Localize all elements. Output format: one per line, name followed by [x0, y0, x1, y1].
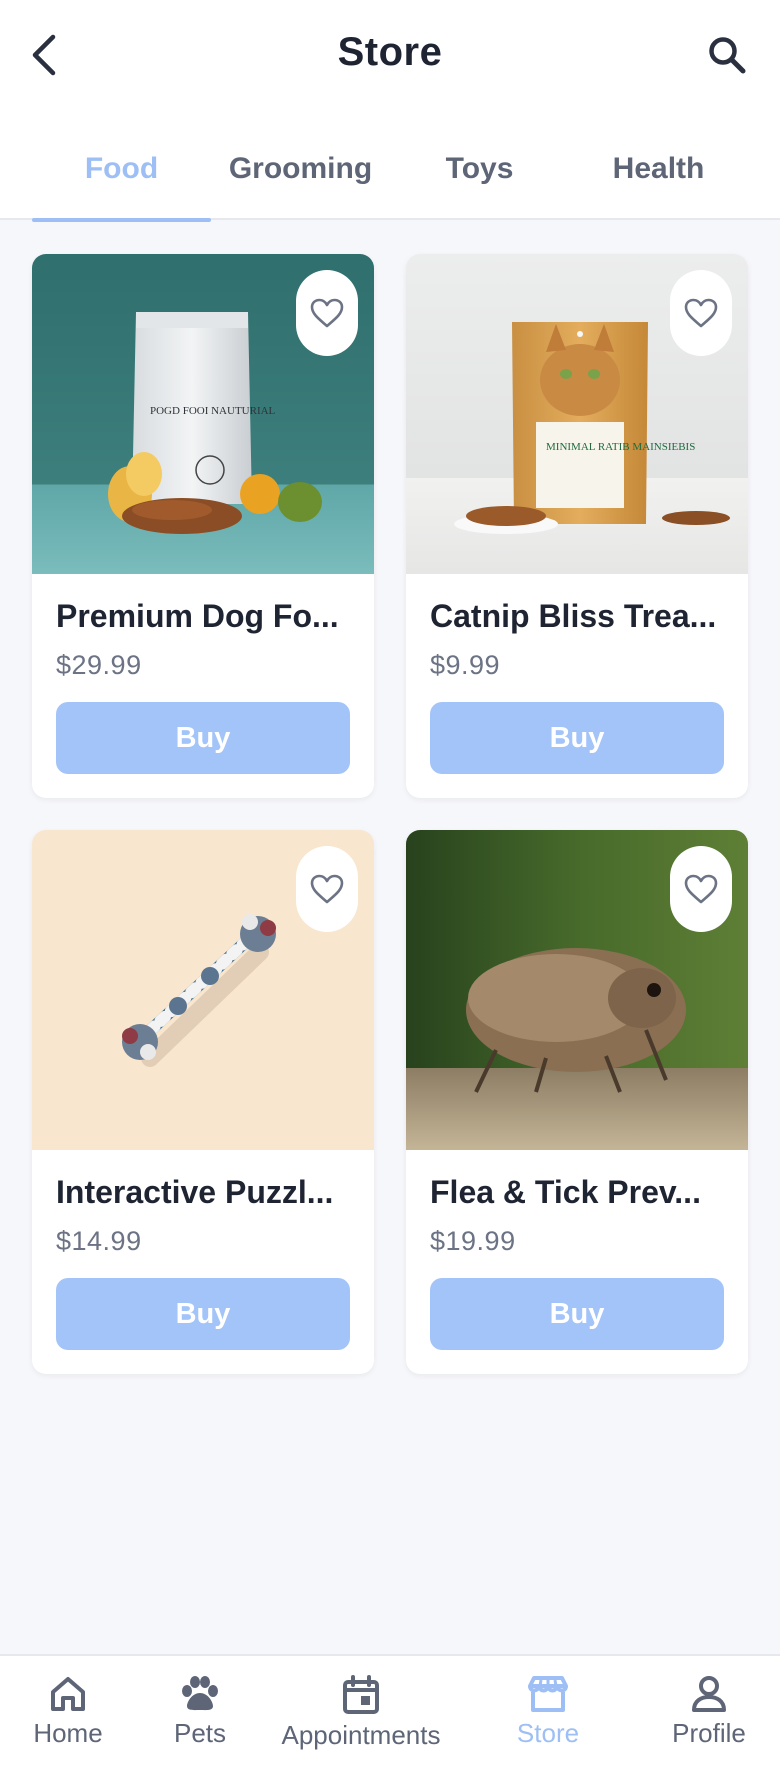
heart-icon — [684, 298, 718, 328]
nav-label-home: Home — [33, 1718, 103, 1748]
buy-button[interactable]: Buy — [56, 1278, 350, 1350]
app-header: Store Food Grooming Toys Health — [0, 0, 780, 222]
tab-food[interactable]: Food — [32, 140, 211, 222]
product-name: Flea & Tick Prev... — [430, 1174, 701, 1210]
product-image: POGD FOOI NAUTURIAL — [32, 254, 374, 574]
tab-toys[interactable]: Toys — [390, 140, 569, 220]
favorite-button[interactable] — [296, 846, 358, 932]
tab-grooming[interactable]: Grooming — [211, 140, 390, 220]
product-image — [32, 830, 374, 1150]
search-button[interactable] — [702, 30, 752, 80]
nav-label-store: Store — [516, 1718, 580, 1748]
paw-icon — [182, 1676, 218, 1711]
calendar-icon — [343, 1675, 379, 1714]
nav-item-profile[interactable]: Profile — [638, 1656, 780, 1768]
nav-label-pets: Pets — [173, 1718, 227, 1748]
nav-item-home[interactable]: Home — [0, 1656, 136, 1768]
package-text: MINIMAL RATIB MAINSIEBIS — [546, 441, 695, 453]
product-card[interactable]: POGD FOOI NAUTURIAL Premium Dog Fo... $2… — [32, 254, 374, 798]
page-title: Store — [337, 30, 443, 74]
buy-button[interactable]: Buy — [56, 702, 350, 774]
heart-icon — [684, 874, 718, 904]
product-card[interactable]: Interactive Puzzl... $14.99 Buy — [32, 830, 374, 1374]
product-image — [406, 830, 748, 1150]
product-card[interactable]: Flea & Tick Prev... $19.99 Buy — [406, 830, 748, 1374]
product-card[interactable]: MINIMAL RATIB MAINSIEBIS Catnip Bliss Tr… — [406, 254, 748, 798]
product-price: $14.99 — [56, 1226, 142, 1256]
heart-icon — [310, 874, 344, 904]
category-tabs: Food Grooming Toys Health — [32, 140, 748, 222]
tab-health[interactable]: Health — [569, 140, 748, 220]
store-icon — [528, 1676, 568, 1712]
buy-button[interactable]: Buy — [430, 702, 724, 774]
product-price: $19.99 — [430, 1226, 516, 1256]
bottom-navigation: Home Pets Appointments Store Profile — [0, 1654, 780, 1768]
buy-button[interactable]: Buy — [430, 1278, 724, 1350]
search-icon — [709, 37, 746, 74]
product-price: $29.99 — [56, 650, 142, 680]
product-image: MINIMAL RATIB MAINSIEBIS — [406, 254, 748, 574]
product-grid: POGD FOOI NAUTURIAL Premium Dog Fo... $2… — [32, 254, 748, 1374]
product-price: $9.99 — [430, 650, 501, 680]
heart-icon — [310, 298, 344, 328]
product-name: Premium Dog Fo... — [56, 598, 339, 634]
favorite-button[interactable] — [296, 270, 358, 356]
nav-label-appointments: Appointments — [281, 1720, 441, 1750]
nav-item-appointments[interactable]: Appointments — [264, 1656, 458, 1768]
nav-item-store[interactable]: Store — [458, 1656, 638, 1768]
package-text: POGD FOOI NAUTURIAL — [150, 405, 276, 417]
home-icon — [51, 1677, 85, 1711]
nav-label-profile: Profile — [672, 1718, 746, 1748]
favorite-button[interactable] — [670, 270, 732, 356]
product-name: Catnip Bliss Trea... — [430, 598, 717, 634]
product-name: Interactive Puzzl... — [56, 1174, 334, 1210]
nav-item-pets[interactable]: Pets — [136, 1656, 264, 1768]
favorite-button[interactable] — [670, 846, 732, 932]
person-icon — [692, 1676, 726, 1712]
